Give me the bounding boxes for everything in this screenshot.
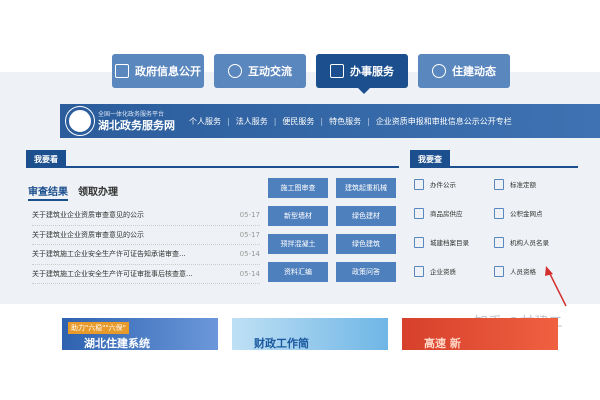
promo-card[interactable]: 财政工作简 — [232, 318, 388, 350]
promo-card[interactable]: 高速 新 — [402, 318, 558, 350]
promo-card[interactable]: 助力"六稳""六保" 湖北住建系统 — [62, 318, 218, 350]
promo-thumbnails: 助力"六稳""六保" 湖北住建系统 财政工作简 高速 新 — [62, 318, 558, 350]
page: 政府信息公开 互动交流 办事服务 住建动态 全国一体化政务服务平台 湖北政务服务… — [0, 0, 600, 400]
